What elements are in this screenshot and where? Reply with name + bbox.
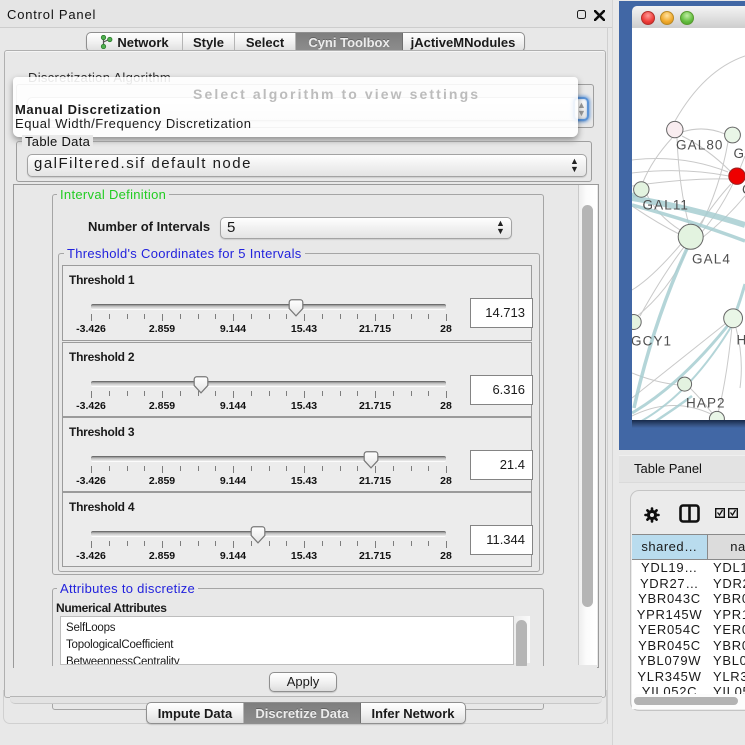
svg-text:GAL4: GAL4 — [692, 252, 731, 267]
svg-text:GAL80: GAL80 — [676, 138, 724, 153]
svg-text:GAL11: GAL11 — [643, 198, 690, 213]
svg-text:HAP2: HAP2 — [686, 396, 726, 411]
svg-text:GCY1: GCY1 — [632, 334, 672, 349]
svg-text:GA: GA — [734, 146, 745, 161]
svg-text:H: H — [737, 333, 745, 348]
